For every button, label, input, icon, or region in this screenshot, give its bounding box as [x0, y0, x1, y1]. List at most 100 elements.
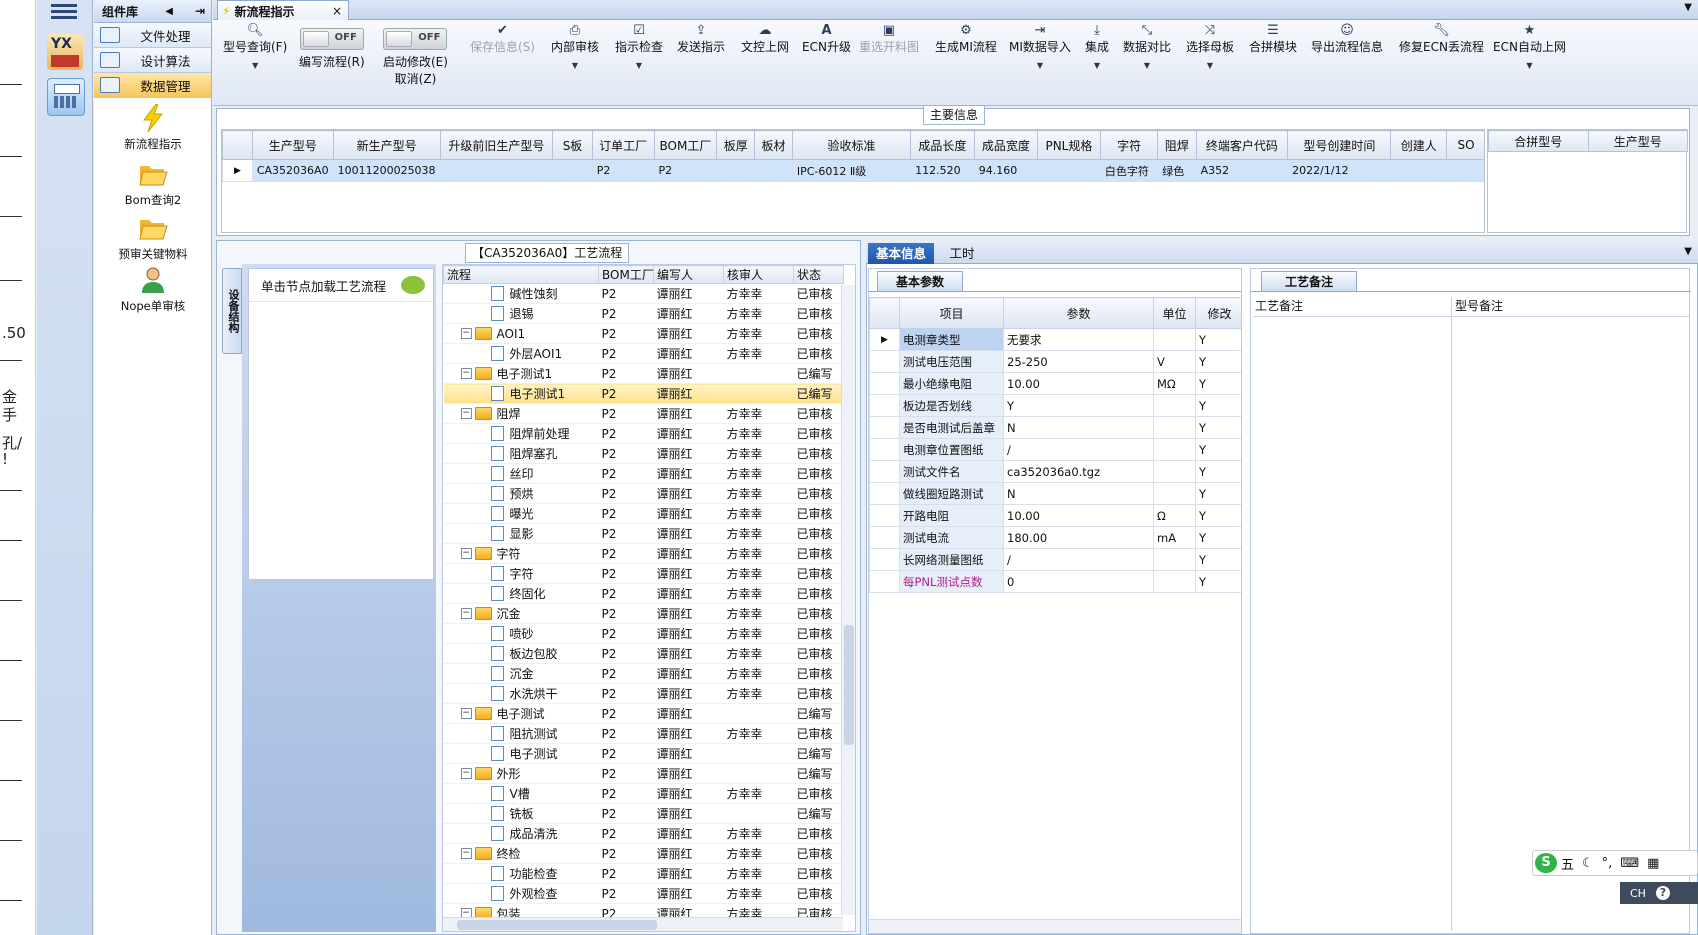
tree-node[interactable]: 退锡 [447, 305, 596, 322]
column-header[interactable]: 字符 [1099, 130, 1159, 160]
category-data-management[interactable]: 数据管理 [94, 73, 211, 98]
table-cell[interactable] [1390, 159, 1448, 182]
tree-node[interactable]: 喷砂 [447, 625, 596, 642]
param-cell-value[interactable]: ca352036a0.tgz [1003, 460, 1154, 483]
collapse-icon[interactable]: − [460, 548, 472, 559]
tree-row[interactable]: 功能检查 P2 谭丽红 方幸幸 已审核 [443, 863, 844, 884]
tree-row[interactable]: − 字符 P2 谭丽红 方幸幸 已审核 [443, 543, 844, 564]
tree-row[interactable]: − 终检 P2 谭丽红 方幸幸 已审核 [443, 843, 844, 864]
punctuation-icon[interactable]: °, [1602, 856, 1613, 871]
param-cell-value[interactable]: / [1003, 548, 1154, 571]
tree-node[interactable]: 沉金 [447, 665, 596, 682]
ecn-upgrade-button[interactable]: A ECN升级 [802, 24, 851, 55]
column-header[interactable]: 编写人 [653, 265, 724, 284]
tree-row[interactable]: 字符 P2 谭丽红 方幸幸 已审核 [443, 563, 844, 584]
collapse-icon[interactable]: − [460, 768, 472, 779]
tree-node[interactable]: 外层AOI1 [447, 345, 596, 362]
tree-node[interactable]: 字符 [447, 565, 596, 582]
param-cell-value[interactable]: 10.00 [1003, 504, 1154, 527]
ime-toolbar[interactable]: S 五 ☾ °, ⌨ ▦ [1532, 850, 1698, 876]
column-header[interactable]: SO [1446, 130, 1484, 160]
doc-control-upload-button[interactable]: ☁ 文控上网 [741, 24, 789, 55]
side-tab-equipment-structure[interactable]: 设备结构 [222, 268, 242, 354]
column-header[interactable]: 成品宽度 [973, 130, 1038, 160]
param-row[interactable]: 长网络测量图纸 / Y [869, 548, 1241, 571]
internal-review-button[interactable]: ⎙ 内部审核 ▼ [551, 24, 599, 71]
tool-nope-review[interactable]: Nope单审核 [94, 266, 212, 314]
ime-mode-label[interactable]: 五 [1561, 854, 1574, 873]
column-header[interactable]: 生产型号 [1587, 130, 1688, 152]
model-query-button[interactable]: 🔍︎ 型号查询(F) ▼ [223, 24, 287, 71]
tool-bom-query[interactable]: Bom查询2 [94, 160, 212, 208]
chevron-down-icon[interactable]: ▼ [1684, 2, 1692, 13]
column-header[interactable]: 板材 [754, 130, 793, 160]
column-header[interactable]: S板 [552, 130, 593, 160]
tree-node[interactable]: 板边包胶 [447, 645, 596, 662]
category-file-processing[interactable]: 文件处理 [94, 23, 211, 48]
param-row[interactable]: 测试电压范围 25-250 V Y [869, 350, 1241, 373]
tree-row[interactable]: 阻焊前处理 P2 谭丽红 方幸幸 已审核 [443, 423, 844, 444]
param-row[interactable]: 开路电阻 10.00 Ω Y [869, 504, 1241, 527]
tree-row[interactable]: 外层AOI1 P2 谭丽红 方幸幸 已审核 [443, 343, 844, 364]
collapse-icon[interactable]: − [460, 848, 472, 859]
tree-node[interactable]: 外观检查 [447, 885, 596, 902]
column-header[interactable]: 型号备注 [1453, 297, 1689, 317]
column-header[interactable]: 修改 [1195, 297, 1241, 329]
tree-node[interactable]: 预烘 [447, 485, 596, 502]
chevron-down-icon[interactable]: ▼ [1684, 246, 1692, 257]
tree-row[interactable]: 沉金 P2 谭丽红 方幸幸 已审核 [443, 663, 844, 684]
close-icon[interactable]: × [332, 4, 342, 18]
tree-node[interactable]: − 字符 [447, 545, 596, 562]
tree-node[interactable]: 曝光 [447, 505, 596, 522]
tree-row[interactable]: − 沉金 P2 谭丽红 方幸幸 已审核 [443, 603, 844, 624]
category-design-algorithm[interactable]: 设计算法 [94, 48, 211, 73]
generate-mi-process-button[interactable]: ⚙ 生成MI流程 [935, 24, 997, 55]
tree-row[interactable]: 预烘 P2 谭丽红 方幸幸 已审核 [443, 483, 844, 504]
tree-row[interactable]: − 外形 P2 谭丽红 已编写 [443, 763, 844, 784]
tree-row[interactable]: − 电子测试1 P2 谭丽红 已编写 [443, 363, 844, 384]
tree-row[interactable]: 电子测试 P2 谭丽红 已编写 [443, 743, 844, 764]
table-cell[interactable]: P2 [653, 159, 718, 182]
table-cell[interactable]: 10011200025038 [332, 159, 441, 182]
param-row[interactable]: 板边是否划线 Y Y [869, 394, 1241, 417]
param-row[interactable]: 电测章位置图纸 / Y [869, 438, 1241, 461]
tree-node[interactable]: − 电子测试1 [447, 365, 596, 382]
column-header[interactable]: 状态 [793, 265, 844, 284]
tree-row[interactable]: − 电子测试 P2 谭丽红 已编写 [443, 703, 844, 724]
param-cell-value[interactable]: 25-250 [1003, 350, 1154, 373]
tree-node[interactable]: − 外形 [447, 765, 596, 782]
column-header[interactable]: 板厚 [716, 130, 756, 160]
calculator-icon[interactable] [47, 78, 85, 116]
collapse-icon[interactable]: − [460, 368, 472, 379]
column-header[interactable]: BOM工厂 [653, 130, 718, 160]
horizontal-scrollbar[interactable] [869, 919, 1241, 933]
column-header[interactable]: 成品长度 [910, 130, 975, 160]
tab-work-hours[interactable]: 工时 [942, 243, 982, 264]
tree-node[interactable]: 水洗烘干 [447, 685, 596, 702]
tree-node[interactable]: 丝印 [447, 465, 596, 482]
tree-row[interactable]: 外观检查 P2 谭丽红 方幸幸 已审核 [443, 883, 844, 904]
tree-node[interactable]: 成品清洗 [447, 825, 596, 842]
column-header[interactable]: 核审人 [723, 265, 794, 284]
param-row[interactable]: 最小绝缘电阻 10.00 MΩ Y [869, 372, 1241, 395]
tree-node[interactable]: 阻抗测试 [447, 725, 596, 742]
table-cell[interactable] [1446, 159, 1484, 182]
table-cell[interactable] [716, 159, 756, 182]
tab-new-process[interactable]: ⚡ 新流程指示 × [217, 0, 349, 21]
param-row[interactable]: 做线圈短路测试 N Y [869, 482, 1241, 505]
table-cell[interactable] [439, 159, 554, 182]
param-row[interactable]: 测试电流 180.00 mA Y [869, 526, 1241, 549]
tree-node[interactable]: − 沉金 [447, 605, 596, 622]
tree-row[interactable]: 丝印 P2 谭丽红 方幸幸 已审核 [443, 463, 844, 484]
column-header[interactable]: 单位 [1153, 297, 1196, 329]
grid-icon[interactable]: ▦ [1647, 856, 1659, 871]
param-cell-value[interactable]: 10.00 [1003, 372, 1154, 395]
tree-node[interactable]: 电子测试1 [447, 385, 596, 402]
tree-row[interactable]: 阻抗测试 P2 谭丽红 方幸幸 已审核 [443, 723, 844, 744]
column-header[interactable]: 流程 [443, 265, 599, 284]
table-cell[interactable]: IPC-6012 Ⅱ级 [791, 159, 912, 182]
language-bar[interactable]: CH ? [1620, 882, 1698, 904]
select-master-board-button[interactable]: ⤨ 选择母板 ▼ [1186, 24, 1234, 71]
factory-icon[interactable]: YX [47, 34, 83, 70]
column-header[interactable]: 工艺备注 [1253, 297, 1451, 317]
